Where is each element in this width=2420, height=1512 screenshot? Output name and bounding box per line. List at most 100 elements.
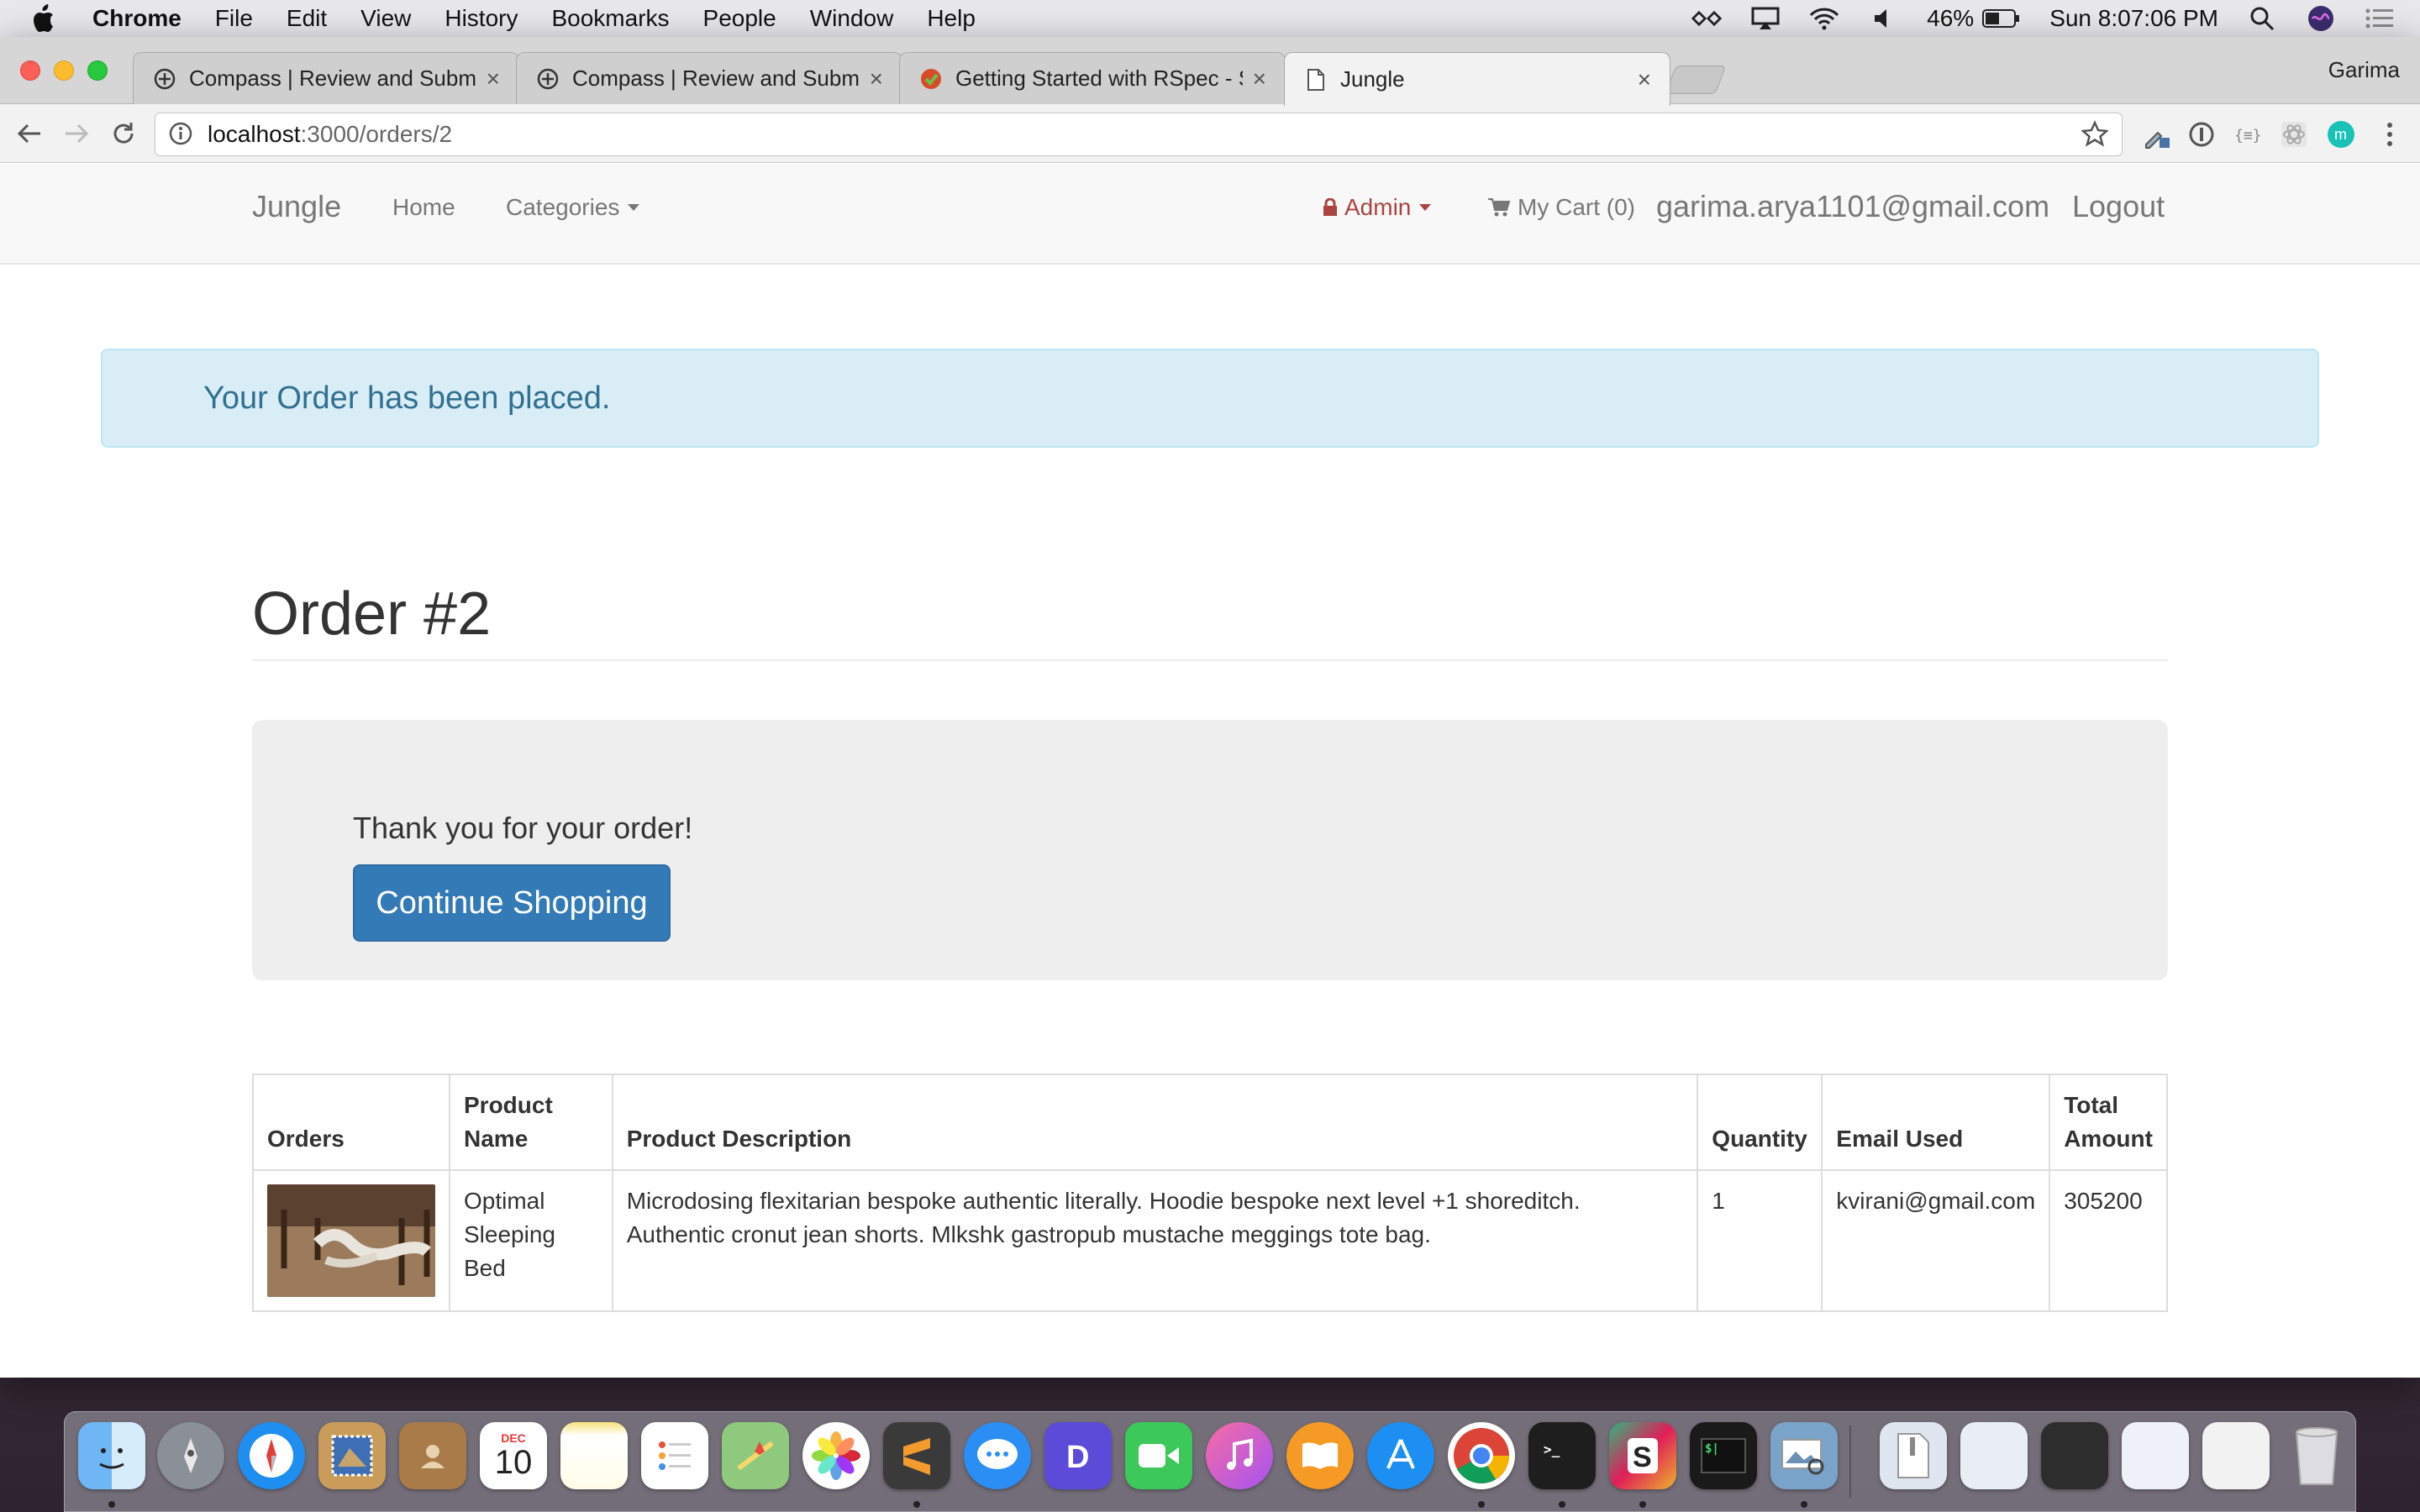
tab-jungle[interactable]: Jungle × <box>1284 52 1670 106</box>
menu-help[interactable]: Help <box>927 5 976 32</box>
thank-you-message: Thank you for your order! <box>353 811 693 845</box>
running-indicator <box>108 1501 115 1508</box>
notification-center-icon[interactable] <box>2365 7 2395 30</box>
running-indicator <box>1559 1501 1565 1508</box>
window-thumbnail-icon[interactable] <box>2202 1422 2270 1489</box>
mail-stamp-icon[interactable] <box>318 1422 386 1489</box>
downloads-stack-icon[interactable] <box>1880 1422 1947 1489</box>
forward-button[interactable] <box>59 116 94 151</box>
zoom-window-button[interactable] <box>87 60 108 81</box>
tab-title: Getting Started with RSpec - S <box>955 66 1243 91</box>
menu-people[interactable]: People <box>703 5 776 32</box>
nav-admin-dropdown[interactable]: Admin <box>1323 194 1432 221</box>
close-window-button[interactable] <box>20 60 40 81</box>
tab-close-icon[interactable]: × <box>1253 66 1266 92</box>
compass-icon <box>535 66 560 92</box>
siri-icon[interactable] <box>2306 6 2336 31</box>
status-area: 46% Sun 8:07:06 PM <box>1691 0 2395 37</box>
new-tab-button[interactable] <box>1665 66 1727 94</box>
rspec-icon <box>918 66 944 92</box>
column-header-total-line2: Amount <box>2064 1126 2153 1152</box>
tab-rspec[interactable]: Getting Started with RSpec - S × <box>899 52 1286 104</box>
menu-view[interactable]: View <box>360 5 411 32</box>
continue-shopping-button[interactable]: Continue Shopping <box>353 864 671 942</box>
extension-react-icon[interactable] <box>2279 119 2309 150</box>
window-thumbnail-icon[interactable] <box>2041 1422 2108 1489</box>
address-bar[interactable]: localhost:3000/orders/2 <box>155 113 2123 156</box>
menu-edit[interactable]: Edit <box>287 5 327 32</box>
tab-compass-2[interactable]: Compass | Review and Submit × <box>516 52 902 104</box>
volume-icon[interactable] <box>1868 7 1898 30</box>
notes-icon[interactable] <box>560 1422 628 1489</box>
column-header-orders: Orders <box>252 1074 450 1171</box>
product-description-line: Authentic cronut jean shorts. Mlkshk gas… <box>626 1221 1431 1247</box>
itunes-icon[interactable] <box>1206 1422 1273 1489</box>
tab-title: Compass | Review and Submit <box>572 66 860 91</box>
spotlight-search-icon[interactable] <box>2247 7 2277 31</box>
tab-compass-1[interactable]: Compass | Review and Submit × <box>133 52 519 104</box>
nav-cart-link[interactable]: My Cart (0) <box>1487 194 1635 221</box>
facetime-icon[interactable] <box>1125 1422 1192 1489</box>
preview-icon[interactable] <box>1770 1422 1838 1489</box>
menu-app-name[interactable]: Chrome <box>92 5 182 32</box>
url-path: :3000/orders/2 <box>300 121 453 147</box>
maps-icon[interactable] <box>722 1422 789 1489</box>
nav-home-link[interactable]: Home <box>392 194 455 221</box>
trash-icon[interactable] <box>2283 1422 2350 1489</box>
dash-icon[interactable]: D <box>1044 1422 1112 1489</box>
apple-icon[interactable] <box>30 2 59 35</box>
window-thumbnail-icon[interactable] <box>2122 1422 2189 1489</box>
menu-file[interactable]: File <box>215 5 253 32</box>
product-description-cell: Microdosing flexitarian bespoke authenti… <box>611 1169 1699 1312</box>
back-button[interactable] <box>12 116 47 151</box>
finder-icon[interactable] <box>78 1422 145 1489</box>
extension-m-icon[interactable]: m <box>2326 119 2356 150</box>
nav-admin-label: Admin <box>1344 194 1412 220</box>
calendar-icon[interactable]: DEC 10 <box>480 1422 547 1489</box>
link-icon[interactable] <box>1691 7 1723 30</box>
tab-close-icon[interactable]: × <box>487 66 500 92</box>
wifi-icon[interactable] <box>1809 7 1839 30</box>
reload-button[interactable] <box>106 116 141 151</box>
battery-status[interactable]: 46% <box>1927 5 2021 32</box>
menu-window[interactable]: Window <box>810 5 894 32</box>
contacts-icon[interactable] <box>399 1422 466 1489</box>
bookmark-star-icon[interactable] <box>2080 119 2110 149</box>
profile-name[interactable]: Garima <box>2328 57 2400 83</box>
google-chrome-icon[interactable] <box>1448 1422 1515 1489</box>
clock[interactable]: Sun 8:07:06 PM <box>2049 5 2218 32</box>
menu-bookmarks[interactable]: Bookmarks <box>551 5 669 32</box>
iterm-icon[interactable]: $| <box>1690 1422 1757 1489</box>
safari-icon[interactable] <box>238 1422 305 1489</box>
extension-eyedropper-icon[interactable] <box>2141 119 2171 150</box>
chrome-menu-icon[interactable] <box>2375 119 2405 150</box>
nav-user-email[interactable]: garima.arya1101@gmail.com <box>1656 189 2049 224</box>
product-name-line: Sleeping <box>464 1221 555 1247</box>
menu-history[interactable]: History <box>445 5 518 32</box>
terminal-icon[interactable]: >_ <box>1528 1422 1596 1489</box>
app-store-icon[interactable] <box>1367 1422 1434 1489</box>
extension-1password-icon[interactable] <box>2186 119 2217 150</box>
messages-icon[interactable] <box>964 1422 1031 1489</box>
extension-json-icon[interactable]: {≡} <box>2232 119 2262 150</box>
nav-logout-link[interactable]: Logout <box>2072 189 2165 224</box>
reminders-icon[interactable] <box>641 1422 708 1489</box>
airplay-icon[interactable] <box>1750 7 1781 30</box>
column-header-product-name: Product Name <box>449 1074 613 1171</box>
launchpad-icon[interactable] <box>157 1422 224 1489</box>
alert-message: Your Order has been placed. <box>203 380 611 416</box>
slack-icon[interactable]: S <box>1609 1422 1676 1489</box>
lock-icon <box>1323 198 1337 216</box>
document-stack-icon[interactable] <box>1960 1422 2028 1489</box>
ibooks-icon[interactable] <box>1286 1422 1354 1489</box>
cart-icon <box>1488 198 1511 217</box>
page-title: Order #2 <box>252 580 492 648</box>
info-icon[interactable] <box>169 122 194 147</box>
nav-categories-dropdown[interactable]: Categories <box>506 194 640 221</box>
tab-close-icon[interactable]: × <box>1638 66 1651 93</box>
minimize-window-button[interactable] <box>54 60 74 81</box>
sublime-text-icon[interactable] <box>883 1422 950 1489</box>
tab-close-icon[interactable]: × <box>870 66 883 92</box>
photos-icon[interactable] <box>802 1422 870 1489</box>
brand-link[interactable]: Jungle <box>252 189 341 224</box>
